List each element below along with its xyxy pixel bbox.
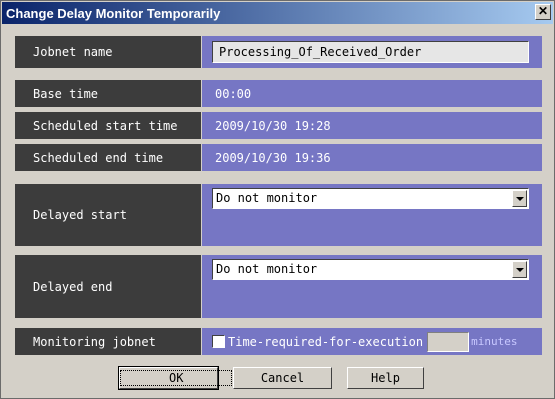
jobnet-name-row: Jobnet name Processing_Of_Received_Order bbox=[15, 36, 542, 68]
delayed-start-selected: Do not monitor bbox=[216, 191, 318, 205]
delayed-start-label: Delayed start bbox=[15, 184, 202, 246]
scheduled-end-row: Scheduled end time 2009/10/30 19:36 bbox=[15, 144, 542, 171]
help-label: Help bbox=[371, 371, 400, 385]
scheduled-start-row: Scheduled start time 2009/10/30 19:28 bbox=[15, 112, 542, 139]
cancel-button[interactable]: Cancel bbox=[233, 367, 332, 389]
help-button[interactable]: Help bbox=[347, 367, 424, 389]
monitoring-jobnet-row: Monitoring jobnet Time-required-for-exec… bbox=[15, 328, 542, 355]
monitoring-jobnet-cell: Time-required-for-execution minutes bbox=[202, 328, 542, 355]
base-time-value: 00:00 bbox=[202, 80, 542, 107]
dialog-title: Change Delay Monitor Temporarily bbox=[6, 5, 221, 21]
scheduled-start-label: Scheduled start time bbox=[15, 112, 202, 139]
chevron-down-icon[interactable] bbox=[512, 261, 527, 278]
delayed-end-cell: Do not monitor bbox=[202, 255, 542, 318]
delayed-end-row: Delayed end Do not monitor bbox=[15, 255, 542, 318]
base-time-label: Base time bbox=[15, 80, 202, 107]
scheduled-end-value: 2009/10/30 19:36 bbox=[202, 144, 542, 171]
close-icon: ✕ bbox=[537, 4, 549, 18]
delayed-end-select[interactable]: Do not monitor bbox=[212, 259, 529, 280]
ok-button[interactable]: OK bbox=[118, 366, 233, 390]
jobnet-name-cell: Processing_Of_Received_Order bbox=[202, 36, 542, 68]
close-button[interactable]: ✕ bbox=[535, 4, 551, 20]
delayed-start-cell: Do not monitor bbox=[202, 184, 542, 246]
delayed-start-row: Delayed start Do not monitor bbox=[15, 184, 542, 246]
minutes-unit-label: minutes bbox=[471, 335, 518, 348]
base-time-row: Base time 00:00 bbox=[15, 80, 542, 107]
jobnet-name-label: Jobnet name bbox=[15, 36, 202, 68]
button-bar: OK Cancel Help bbox=[1, 366, 555, 391]
dialog-window: Change Delay Monitor Temporarily ✕ Jobne… bbox=[0, 0, 555, 399]
minutes-input[interactable] bbox=[427, 331, 470, 352]
jobnet-name-field[interactable]: Processing_Of_Received_Order bbox=[212, 41, 529, 63]
time-required-label[interactable]: Time-required-for-execution bbox=[228, 335, 423, 349]
scheduled-start-value: 2009/10/30 19:28 bbox=[202, 112, 542, 139]
delayed-end-selected: Do not monitor bbox=[216, 262, 318, 276]
cancel-label: Cancel bbox=[260, 371, 305, 385]
title-bar[interactable]: Change Delay Monitor Temporarily ✕ bbox=[2, 2, 553, 24]
scheduled-end-label: Scheduled end time bbox=[15, 144, 202, 171]
monitoring-jobnet-label: Monitoring jobnet bbox=[15, 328, 202, 355]
chevron-down-icon[interactable] bbox=[512, 190, 527, 207]
delayed-end-label: Delayed end bbox=[15, 255, 202, 318]
ok-label: OK bbox=[120, 370, 233, 386]
delayed-start-select[interactable]: Do not monitor bbox=[212, 188, 529, 209]
time-required-checkbox[interactable] bbox=[212, 335, 225, 348]
